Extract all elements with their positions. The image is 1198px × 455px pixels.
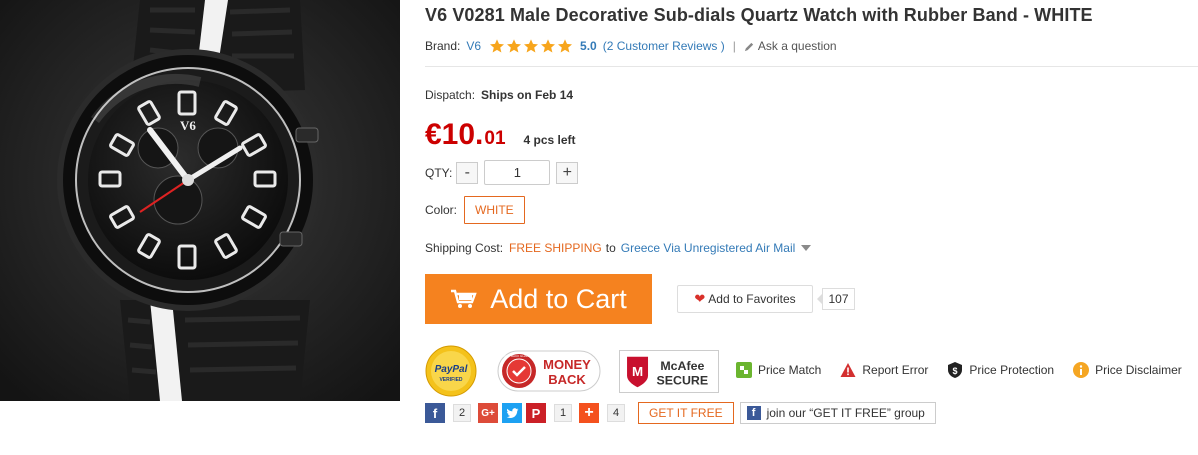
rating-stars xyxy=(489,38,574,54)
pinterest-count: 1 xyxy=(554,404,572,422)
add-to-cart-button[interactable]: Add to Cart xyxy=(425,274,652,324)
money-back-seal-text: MONEY BACK GUARANTEE xyxy=(499,354,538,358)
cart-icon xyxy=(451,289,477,308)
paypal-verified-badge: PayPal VERIFIED xyxy=(425,345,477,397)
brand-row: Brand: V6 5.0 (2 Customer Reviews ) | As… xyxy=(425,38,837,54)
star-icon xyxy=(558,39,573,53)
plus-share-icon[interactable]: + xyxy=(579,403,599,423)
info-icon xyxy=(1073,362,1090,378)
report-error-label: Report Error xyxy=(862,363,929,377)
facebook-icon[interactable]: f xyxy=(425,403,445,423)
add-to-favorites-button[interactable]: ❤ Add to Favorites xyxy=(677,285,813,313)
divider xyxy=(425,66,1198,67)
join-group-button[interactable]: f join our “GET IT FREE” group xyxy=(739,402,936,424)
star-icon xyxy=(507,39,522,53)
quantity-input[interactable]: 1 xyxy=(484,160,551,185)
watch-logo: V6 xyxy=(180,118,196,133)
trust-badges: PayPal VERIFIED MONEY BACK GUARANTEE MON… xyxy=(425,345,719,397)
report-error-link[interactable]: Report Error xyxy=(840,362,928,378)
shipping-row: Shipping Cost: FREE SHIPPING to Greece V… xyxy=(425,241,812,255)
quantity-row: QTY: - 1 + xyxy=(425,160,579,185)
reviews-link[interactable]: (2 Customer Reviews ) xyxy=(603,39,725,53)
dispatch-label: Dispatch: xyxy=(425,88,476,102)
shipping-destination-dropdown[interactable]: Greece Via Unregistered Air Mail xyxy=(621,241,796,255)
price-match-label: Price Match xyxy=(758,363,822,377)
star-icon xyxy=(541,39,556,53)
free-shipping: FREE SHIPPING xyxy=(509,241,602,255)
quantity-minus-button[interactable]: - xyxy=(456,161,479,184)
pencil-icon xyxy=(744,42,754,51)
ask-question-label: Ask a question xyxy=(757,39,837,53)
price-protection-label: Price Protection xyxy=(969,363,1055,377)
secure-text: SECURE xyxy=(657,373,709,387)
pinterest-icon[interactable]: P xyxy=(526,403,546,423)
price-disclaimer-link[interactable]: Price Disclaimer xyxy=(1073,362,1182,378)
shipping-label: Shipping Cost: xyxy=(425,241,504,255)
dispatch-row: Dispatch: Ships on Feb 14 xyxy=(425,88,573,102)
join-group-label: join our “GET IT FREE” group xyxy=(766,406,925,420)
money-back-badge: MONEY BACK GUARANTEE MONEY BACK xyxy=(497,350,601,392)
add-to-favorites-label: Add to Favorites xyxy=(708,292,796,306)
price-match-icon xyxy=(736,362,752,378)
svg-text:$: $ xyxy=(953,366,958,376)
quantity-plus-button[interactable]: + xyxy=(556,161,579,184)
price-protection-link[interactable]: $ Price Protection xyxy=(947,362,1054,378)
color-row: Color: WHITE xyxy=(425,196,525,224)
favorites-count: 107 xyxy=(817,288,855,310)
brand-label: Brand: xyxy=(425,39,461,53)
color-label: Color: xyxy=(425,203,458,217)
heart-icon: ❤ xyxy=(694,291,706,306)
ask-question-link[interactable]: Ask a question xyxy=(744,39,837,53)
star-icon xyxy=(490,39,505,53)
social-share-row: f 2 G+ P 1 + 4 GET IT FREE f join our “G… xyxy=(425,402,936,424)
add-to-cart-label: Add to Cart xyxy=(490,283,627,314)
facebook-icon: f xyxy=(746,406,761,420)
product-info: V6 V0281 Male Decorative Sub-dials Quart… xyxy=(425,0,1198,455)
brand-link[interactable]: V6 xyxy=(466,39,481,53)
price-match-link[interactable]: Price Match xyxy=(736,362,821,378)
money-text: MONEY xyxy=(543,357,591,372)
twitter-icon[interactable] xyxy=(502,403,522,423)
paypal-text: PayPal xyxy=(435,364,468,375)
price-cents: 01 xyxy=(484,128,506,149)
color-option-white[interactable]: WHITE xyxy=(464,196,525,224)
price-main: €10. xyxy=(425,118,484,151)
mcafee-secure-badge: M McAfee SECURE xyxy=(619,349,719,393)
back-text: BACK xyxy=(548,372,586,387)
dispatch-value: Ships on Feb 14 xyxy=(481,88,574,102)
chevron-down-icon[interactable] xyxy=(801,245,812,251)
shield-icon: $ xyxy=(948,362,963,378)
paypal-verified-text: VERIFIED xyxy=(439,377,462,383)
mcafee-text: McAfee xyxy=(660,359,704,373)
facebook-count: 2 xyxy=(453,404,471,422)
rating-value: 5.0 xyxy=(580,39,597,53)
quantity-label: QTY: xyxy=(425,165,453,180)
shipping-to: to xyxy=(605,241,616,255)
price-row: €10. 01 4 pcs left xyxy=(425,118,576,152)
price-disclaimer-label: Price Disclaimer xyxy=(1095,363,1182,377)
svg-text:M: M xyxy=(632,363,643,378)
product-image[interactable]: V6 xyxy=(0,0,400,401)
warning-icon xyxy=(840,363,856,377)
separator: | xyxy=(732,39,736,53)
google-plus-icon[interactable]: G+ xyxy=(478,403,498,423)
star-icon xyxy=(524,39,539,53)
plus-share-count: 4 xyxy=(607,404,625,422)
product-title: V6 V0281 Male Decorative Sub-dials Quart… xyxy=(425,5,1093,25)
get-it-free-button[interactable]: GET IT FREE xyxy=(638,402,734,424)
stock-count: 4 pcs left xyxy=(523,133,576,147)
info-links: Price Match Report Error $ Price Protect… xyxy=(736,362,1198,378)
